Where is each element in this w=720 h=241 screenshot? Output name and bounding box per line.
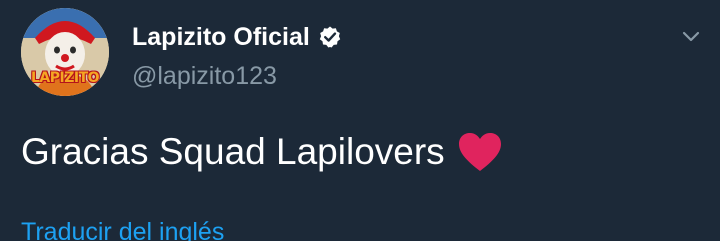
chevron-down-icon[interactable] bbox=[678, 23, 704, 49]
tweet-text: Gracias Squad Lapilovers bbox=[21, 128, 503, 176]
verified-badge-icon bbox=[318, 25, 342, 49]
heart-icon bbox=[457, 131, 503, 173]
tweet-card: LAPIZITO Lapizito Oficial @lapizito123 G… bbox=[0, 0, 720, 241]
author-name-row: Lapizito Oficial bbox=[132, 21, 342, 53]
tweet-text-content: Gracias Squad Lapilovers bbox=[21, 131, 445, 172]
avatar-logo-text: LAPIZITO bbox=[31, 70, 100, 86]
avatar[interactable]: LAPIZITO bbox=[21, 8, 109, 96]
author-handle[interactable]: @lapizito123 bbox=[132, 60, 277, 92]
translate-tweet-link[interactable]: Traducir del inglés bbox=[21, 216, 224, 241]
author-display-name[interactable]: Lapizito Oficial bbox=[132, 21, 310, 53]
